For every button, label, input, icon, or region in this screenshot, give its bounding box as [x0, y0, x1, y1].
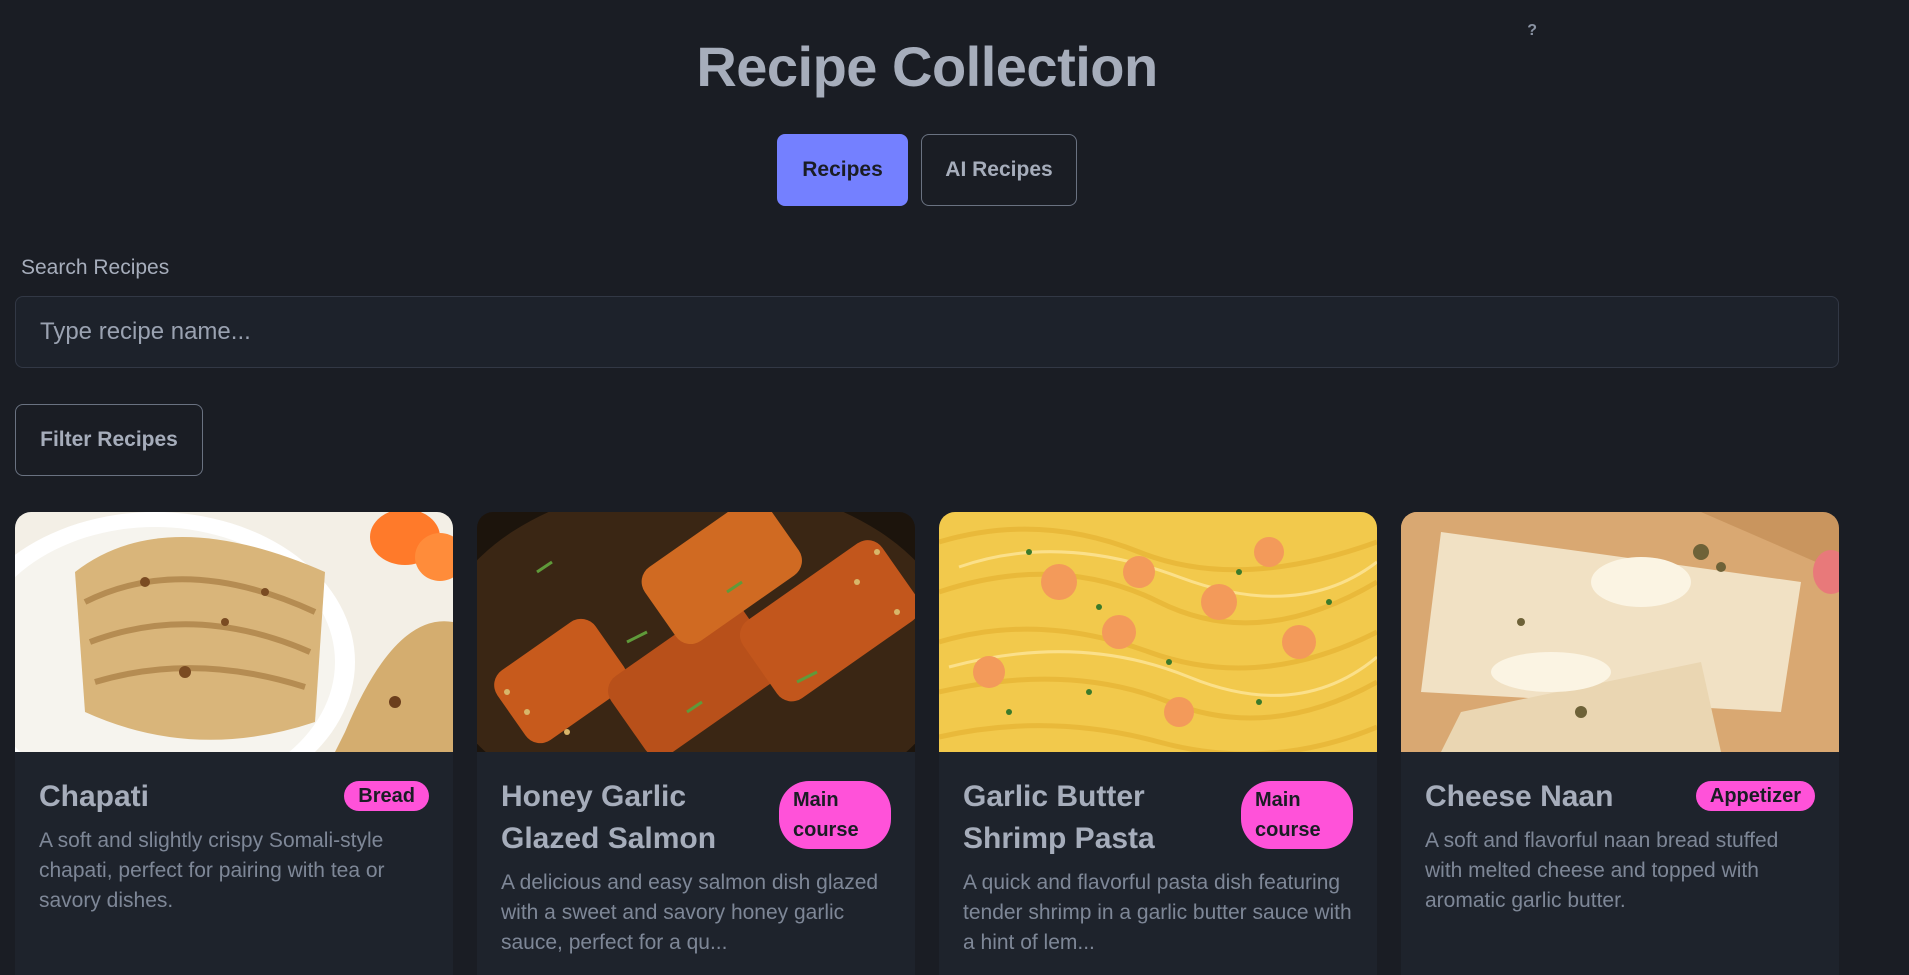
- filter-recipes-button[interactable]: Filter Recipes: [15, 404, 203, 476]
- recipe-title: Garlic Butter Shrimp Pasta: [963, 780, 1155, 855]
- card-header: Cheese Naan Appetizer: [1425, 776, 1815, 818]
- card-body: Chapati Bread A soft and slightly crispy…: [15, 752, 453, 940]
- category-badge: Main course: [1241, 781, 1353, 849]
- card-header: Garlic Butter Shrimp Pasta Main course: [963, 776, 1353, 860]
- card-header: Honey Garlic Glazed Salmon Main course: [501, 776, 891, 860]
- tab-bar: Recipes AI Recipes: [0, 134, 1854, 206]
- recipe-title: Cheese Naan: [1425, 780, 1614, 813]
- category-badge: Appetizer: [1695, 781, 1815, 811]
- search-label: Search Recipes: [21, 256, 170, 279]
- shrimp-pasta-photo: [939, 512, 1377, 752]
- page-title: Recipe Collection: [696, 35, 1158, 98]
- salmon-photo: [477, 512, 915, 752]
- recipe-grid: Chapati Bread A soft and slightly crispy…: [15, 512, 1839, 975]
- recipe-description: A soft and slightly crispy Somali-style …: [39, 829, 385, 912]
- recipe-card-garlic-butter-shrimp-pasta[interactable]: Garlic Butter Shrimp Pasta Main course A…: [939, 512, 1377, 975]
- page: ? Recipe Collection Recipes AI Recipes S…: [0, 0, 1909, 975]
- category-badge: Bread: [344, 781, 429, 811]
- card-body: Cheese Naan Appetizer A soft and flavorf…: [1401, 752, 1839, 940]
- recipe-title: Honey Garlic Glazed Salmon: [501, 780, 717, 855]
- recipe-card-honey-garlic-glazed-salmon[interactable]: Honey Garlic Glazed Salmon Main course A…: [477, 512, 915, 975]
- recipe-card-chapati[interactable]: Chapati Bread A soft and slightly crispy…: [15, 512, 453, 975]
- category-badge: Main course: [779, 781, 891, 849]
- recipe-title: Chapati: [39, 780, 150, 813]
- tab-ai-recipes[interactable]: AI Recipes: [921, 134, 1077, 206]
- card-body: Honey Garlic Glazed Salmon Main course A…: [477, 752, 915, 975]
- search-input[interactable]: [15, 296, 1839, 368]
- recipe-card-cheese-naan[interactable]: Cheese Naan Appetizer A soft and flavorf…: [1401, 512, 1839, 975]
- card-body: Garlic Butter Shrimp Pasta Main course A…: [939, 752, 1377, 975]
- tab-recipes[interactable]: Recipes: [777, 134, 908, 206]
- recipe-description: A soft and flavorful naan bread stuffed …: [1425, 829, 1779, 912]
- recipe-description: A delicious and easy salmon dish glazed …: [501, 871, 879, 954]
- chapati-photo: [15, 512, 453, 752]
- recipe-description: A quick and flavorful pasta dish featuri…: [963, 871, 1352, 954]
- cheese-naan-photo: [1401, 512, 1839, 752]
- card-header: Chapati Bread: [39, 776, 429, 818]
